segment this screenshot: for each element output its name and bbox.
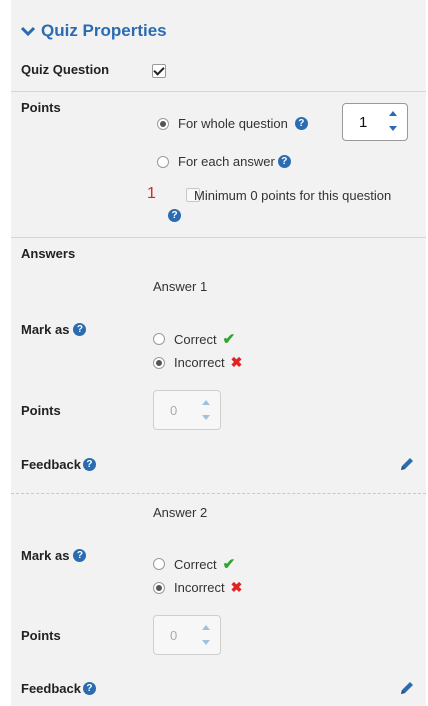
- checkmark-icon: ✔: [222, 331, 236, 348]
- incorrect-radio[interactable]: [153, 581, 165, 594]
- each-answer-radio[interactable]: [157, 155, 169, 168]
- help-icon[interactable]: ?: [277, 155, 291, 168]
- spinner-down-icon[interactable]: [202, 640, 210, 645]
- correct-option[interactable]: Correct ✔: [153, 330, 235, 348]
- edit-pencil-icon[interactable]: [399, 456, 415, 472]
- correct-label: Correct: [174, 331, 217, 347]
- edit-pencil-icon[interactable]: [399, 680, 415, 696]
- answer-points-spinner[interactable]: 0: [153, 615, 221, 655]
- divider: [11, 91, 426, 92]
- correct-radio[interactable]: [153, 558, 165, 570]
- checkmark-icon: ✔: [222, 556, 236, 573]
- mark-as-row: Mark as ?: [21, 322, 87, 337]
- answers-label: Answers: [21, 246, 76, 261]
- help-icon[interactable]: ?: [168, 209, 181, 222]
- whole-question-label: For whole question: [178, 116, 288, 131]
- x-icon: ✖: [230, 579, 243, 595]
- spinner-up-icon[interactable]: [202, 625, 210, 630]
- feedback-row: Feedback ?: [21, 681, 96, 696]
- answer-title: Answer 1: [153, 279, 208, 294]
- whole-question-radio[interactable]: [157, 117, 169, 130]
- help-icon[interactable]: ?: [82, 458, 96, 471]
- help-icon[interactable]: ?: [294, 117, 308, 130]
- mark-as-label: Mark as: [21, 548, 70, 563]
- answer-points-value: 0: [170, 403, 178, 418]
- answer-points-label: Points: [21, 403, 61, 418]
- correct-radio[interactable]: [153, 333, 165, 345]
- incorrect-label: Incorrect: [174, 355, 225, 370]
- answer-points-value: 0: [170, 628, 178, 643]
- mark-as-row: Mark as ?: [21, 548, 87, 563]
- incorrect-option[interactable]: Incorrect ✖: [153, 354, 242, 371]
- correct-label: Correct: [174, 556, 217, 572]
- quiz-properties-panel: Quiz Properties Quiz Question Points For…: [11, 0, 426, 706]
- help-icon[interactable]: ?: [82, 682, 96, 695]
- mark-as-label: Mark as: [21, 322, 70, 337]
- answer-points-label: Points: [21, 628, 61, 643]
- help-icon[interactable]: ?: [73, 323, 87, 336]
- spinner-down-icon[interactable]: [202, 415, 210, 420]
- for-each-answer-option[interactable]: For each answer ?: [157, 154, 291, 169]
- help-icon[interactable]: ?: [73, 549, 87, 562]
- quiz-question-label: Quiz Question: [21, 62, 110, 77]
- each-answer-label: For each answer: [178, 154, 275, 169]
- quiz-question-checkbox[interactable]: [152, 64, 166, 78]
- points-label: Points: [21, 100, 61, 115]
- x-icon: ✖: [230, 354, 243, 370]
- incorrect-option[interactable]: Incorrect ✖: [153, 579, 242, 596]
- incorrect-radio[interactable]: [153, 356, 165, 369]
- for-whole-question-option[interactable]: For whole question ?: [157, 116, 308, 131]
- divider: [11, 237, 426, 238]
- answer-divider: [11, 493, 426, 494]
- spinner-up-icon[interactable]: [389, 111, 397, 116]
- points-spinner-value: 1: [359, 114, 368, 131]
- feedback-row: Feedback ?: [21, 457, 96, 472]
- feedback-label: Feedback: [21, 681, 81, 696]
- quiz-properties-header[interactable]: Quiz Properties: [21, 21, 167, 41]
- chevron-down-icon: [21, 26, 35, 37]
- points-spinner[interactable]: 1: [342, 103, 408, 141]
- spinner-up-icon[interactable]: [202, 400, 210, 405]
- annotation-number: 1: [147, 185, 156, 202]
- minimum-points-label: Minimum 0 points for this question: [194, 188, 392, 203]
- spinner-down-icon[interactable]: [389, 126, 397, 131]
- answer-title: Answer 2: [153, 505, 208, 520]
- correct-option[interactable]: Correct ✔: [153, 555, 235, 573]
- answer-points-spinner[interactable]: 0: [153, 390, 221, 430]
- section-title: Quiz Properties: [41, 21, 167, 40]
- feedback-label: Feedback: [21, 457, 81, 472]
- incorrect-label: Incorrect: [174, 580, 225, 595]
